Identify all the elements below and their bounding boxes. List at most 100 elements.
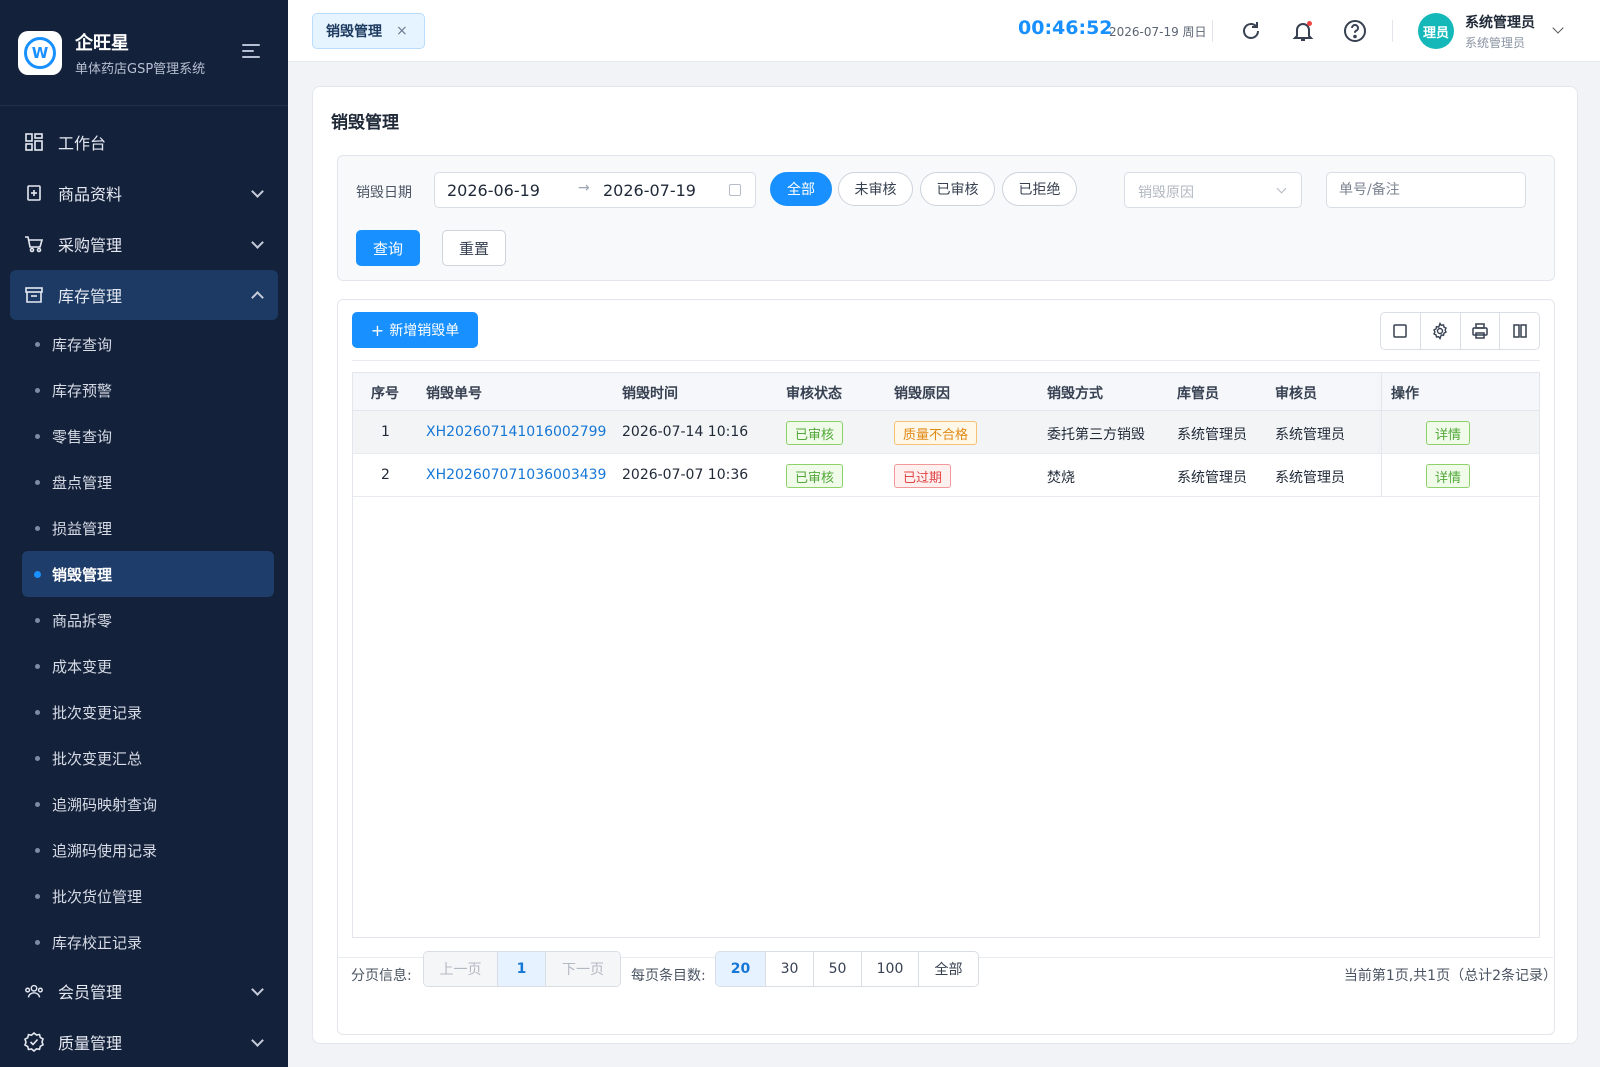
sidebar-subitem-stock-correction[interactable]: 库存校正记录 [22,919,274,965]
sidebar-subitem-stocktaking[interactable]: 盘点管理 [22,459,274,505]
sidebar-subitem-destruction[interactable]: 销毁管理 [22,551,274,597]
row-index: 1 [381,424,390,440]
prev-page-button[interactable]: 上一页 [424,952,498,986]
page-number[interactable]: 1 [498,952,546,986]
sidebar-subitem-batch-change-summary[interactable]: 批次变更汇总 [22,735,274,781]
sidebar-item-goods[interactable]: 商品资料 [10,168,278,218]
pagination-label: 分页信息: [351,968,412,984]
goods-icon [24,183,44,203]
reason-select[interactable]: 销毁原因 [1124,172,1302,208]
column-header: 库管员 [1177,386,1219,402]
page-size-100[interactable]: 100 [862,952,919,986]
sidebar-item-purchase[interactable]: 采购管理 [10,219,278,269]
page-size-50[interactable]: 50 [814,952,862,986]
fullscreen-icon[interactable] [1381,313,1421,349]
user-name[interactable]: 系统管理员 [1465,12,1535,32]
tab-label: 销毁管理 [326,24,382,40]
plus-icon: + [370,320,385,340]
destruction-time: 2026-07-14 10:16 [622,424,749,440]
avatar[interactable]: 理员 [1418,13,1454,49]
start-date[interactable]: 2026-06-19 [447,181,540,200]
column-header: 操作 [1391,386,1419,402]
detail-button[interactable]: 详情 [1426,464,1471,488]
chevron-down-icon [251,236,264,249]
page-size-20[interactable]: 20 [716,952,766,986]
reason-badge: 质量不合格 [894,421,978,445]
brand: W 企旺星 单体药店GSP管理系统 [0,0,288,106]
next-page-button[interactable]: 下一页 [546,952,620,986]
sidebar-menu: 工作台 商品资料 采购管理 库存管理 库存查询 库存预警 零售查询 盘点管理 损… [0,106,288,1067]
sidebar-subitem-stock-alert[interactable]: 库存预警 [22,367,274,413]
search-input[interactable] [1326,172,1526,208]
brand-subtitle: 单体药店GSP管理系统 [75,61,206,77]
bell-icon[interactable] [1290,18,1316,44]
table-row[interactable]: 2 XH202607071036003439 2026-07-07 10:36 … [353,454,1539,497]
print-icon[interactable] [1461,313,1501,349]
sidebar-item-inventory[interactable]: 库存管理 [10,270,278,320]
status-filter-pending[interactable]: 未审核 [838,172,913,206]
reason-badge: 已过期 [894,464,952,488]
page-size-30[interactable]: 30 [766,952,814,986]
gear-icon[interactable] [1421,313,1461,349]
columns-icon[interactable] [1500,313,1539,349]
date-range-picker[interactable]: 2026-06-19 → 2026-07-19 [434,172,756,208]
reset-button[interactable]: 重置 [442,230,506,266]
status-filter-all[interactable]: 全部 [770,172,832,206]
detail-button[interactable]: 详情 [1426,421,1471,445]
arrow-right-icon: → [578,180,590,196]
app-logo: W [18,30,62,75]
destruction-method: 焚烧 [1047,470,1075,486]
table-header: 序号 销毁单号 销毁时间 审核状态 销毁原因 销毁方式 库管员 审核员 操作 [353,373,1539,411]
sidebar: W 企旺星 单体药店GSP管理系统 工作台 商品资料 采购管理 库存管理 库存查… [0,0,288,1067]
add-button-label: 新增销毁单 [389,323,460,339]
status-badge: 已审核 [786,464,844,488]
date-label: 销毁日期 [356,185,412,201]
chevron-down-icon [251,185,264,198]
sidebar-item-dashboard[interactable]: 工作台 [10,117,278,167]
column-header: 审核员 [1275,386,1317,402]
end-date[interactable]: 2026-07-19 [603,181,696,200]
chevron-down-icon [1276,183,1287,194]
keeper: 系统管理员 [1177,427,1247,443]
brand-name: 企旺星 [75,32,129,54]
page-size-all[interactable]: 全部 [919,952,978,986]
current-date: 2026-07-19 周日 [1109,25,1207,39]
sidebar-subitem-profit-loss[interactable]: 损益管理 [22,505,274,551]
inventory-icon [24,285,44,305]
help-icon[interactable] [1342,18,1368,44]
chevron-down-icon[interactable] [1552,22,1564,34]
close-icon[interactable]: × [396,23,408,39]
chevron-down-icon [251,983,264,996]
sidebar-item-members[interactable]: 会员管理 [10,966,278,1016]
tab-destruction[interactable]: 销毁管理 × [312,13,425,49]
sidebar-subitem-trace-usage[interactable]: 追溯码使用记录 [22,827,274,873]
user-role: 系统管理员 [1465,36,1526,50]
page-size-label: 每页条目数: [631,968,706,984]
table-row[interactable]: 1 XH202607141016002799 2026-07-14 10:16 … [353,411,1539,454]
top-bar: 销毁管理 × 00:46:52 2026-07-19 周日 理员 系统管理员 系… [288,0,1600,62]
sidebar-subitem-cost-change[interactable]: 成本变更 [22,643,274,689]
sidebar-subitem-batch-change-log[interactable]: 批次变更记录 [22,689,274,735]
order-number-link[interactable]: XH202607141016002799 [426,424,606,440]
order-number-link[interactable]: XH202607071036003439 [426,467,606,483]
sidebar-subitem-batch-location[interactable]: 批次货位管理 [22,873,274,919]
members-icon [24,981,44,1001]
sidebar-subitem-stock-query[interactable]: 库存查询 [22,321,274,367]
sidebar-subitem-retail-query[interactable]: 零售查询 [22,413,274,459]
add-destruction-button[interactable]: + 新增销毁单 [352,312,478,348]
table-panel: + 新增销毁单 序号 销毁单号 销毁时间 审核状态 销毁原因 销毁方式 库管员 … [337,299,1555,1035]
chevron-down-icon [251,1034,264,1047]
status-filter-rejected[interactable]: 已拒绝 [1002,172,1077,206]
sidebar-subitem-trace-mapping[interactable]: 追溯码映射查询 [22,781,274,827]
status-filter-approved[interactable]: 已审核 [920,172,995,206]
refresh-icon[interactable] [1238,18,1264,44]
page-title: 销毁管理 [331,113,399,133]
row-index: 2 [381,467,390,483]
query-button[interactable]: 查询 [356,230,420,266]
divider [1392,20,1393,42]
sidebar-item-quality[interactable]: 质量管理 [10,1017,278,1067]
chevron-up-icon [251,291,264,304]
sidebar-subitem-split[interactable]: 商品拆零 [22,597,274,643]
keeper: 系统管理员 [1177,470,1247,486]
collapse-sidebar-icon[interactable] [242,44,262,60]
